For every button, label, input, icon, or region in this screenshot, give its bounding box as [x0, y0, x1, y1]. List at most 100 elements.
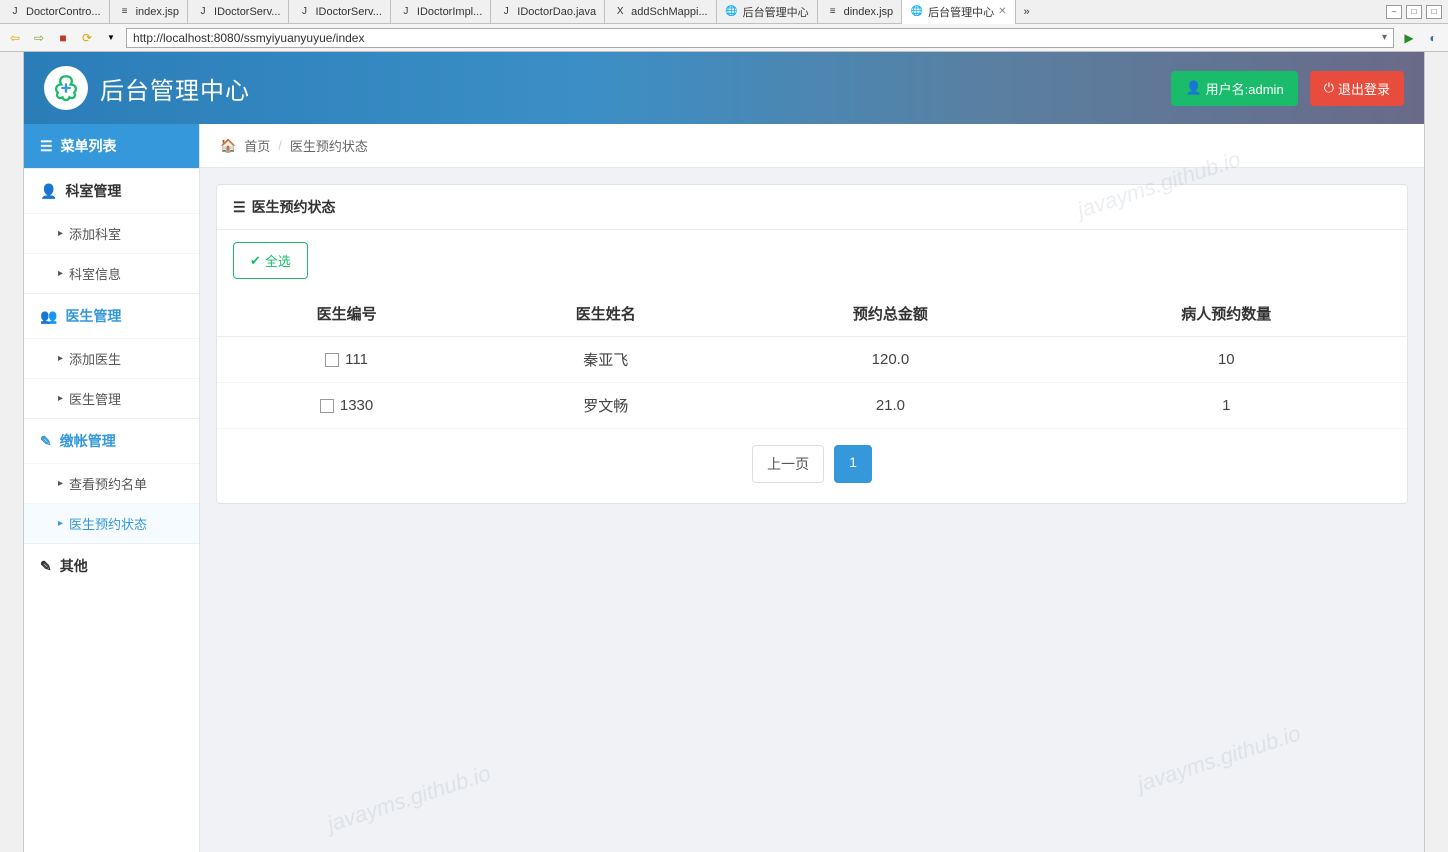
- cell-id: 111: [217, 337, 476, 383]
- ide-left-gutter: [0, 52, 24, 852]
- tab-label: dindex.jsp: [844, 6, 894, 18]
- back-icon[interactable]: ⇦: [6, 29, 24, 47]
- section-icon: ✎: [40, 433, 52, 450]
- table-header: 病人预约数量: [1046, 291, 1407, 337]
- menu-item[interactable]: 添加科室: [24, 213, 199, 253]
- menu-section[interactable]: 👥 医生管理: [24, 293, 199, 338]
- page-1-button[interactable]: 1: [834, 445, 872, 483]
- table-header: 医生姓名: [476, 291, 735, 337]
- breadcrumb: 🏠 首页 / 医生预约状态: [200, 124, 1424, 168]
- go-icon[interactable]: ▶: [1400, 29, 1418, 47]
- app-body: ☰ 菜单列表 👤科室管理添加科室科室信息👥医生管理添加医生医生管理✎缴帐管理查看…: [24, 124, 1424, 852]
- section-icon: 👥: [40, 308, 57, 325]
- table-header: 预约总金额: [735, 291, 1045, 337]
- more-tabs-button[interactable]: »: [1016, 0, 1038, 24]
- file-icon: X: [613, 5, 627, 19]
- minimize-icon[interactable]: –: [1386, 5, 1402, 19]
- cell-name: 罗文畅: [476, 383, 735, 429]
- menu-section[interactable]: ✎ 缴帐管理: [24, 418, 199, 463]
- cell-id: 1330: [217, 383, 476, 429]
- breadcrumb-separator: /: [278, 138, 282, 153]
- cell-count: 1: [1046, 383, 1407, 429]
- user-button[interactable]: 👤 用户名:admin: [1171, 71, 1297, 106]
- tab-label: IDoctorDao.java: [517, 6, 596, 18]
- menu-item[interactable]: 医生管理: [24, 378, 199, 418]
- section-title: 科室管理: [65, 181, 121, 201]
- select-all-button[interactable]: ✔ 全选: [233, 242, 308, 279]
- row-checkbox[interactable]: [320, 399, 334, 413]
- close-icon[interactable]: ✕: [998, 6, 1006, 17]
- menu-section[interactable]: ✎其他: [24, 543, 199, 588]
- ide-tab[interactable]: 🌐后台管理中心✕: [902, 0, 1015, 24]
- data-table: 医生编号医生姓名预约总金额病人预约数量 111秦亚飞120.0101330罗文畅…: [217, 291, 1407, 429]
- cell-count: 10: [1046, 337, 1407, 383]
- list-icon: ☰: [40, 138, 53, 155]
- content-area: 🏠 首页 / 医生预约状态 ☰ 医生预约状态 ✔ 全选 医生编号医生姓名预约总: [200, 124, 1424, 852]
- section-title: 缴帐管理: [60, 431, 116, 451]
- user-icon: 👤: [1185, 80, 1201, 96]
- menu-item-label: 添加医生: [69, 349, 121, 368]
- pagination: 上一页 1: [217, 429, 1407, 503]
- tab-label: IDoctorImpl...: [417, 6, 482, 18]
- browser-icon[interactable]: ◐: [1424, 29, 1442, 47]
- url-dropdown-icon[interactable]: ▾: [1382, 32, 1387, 43]
- ide-tab[interactable]: ≡index.jsp: [110, 0, 188, 24]
- breadcrumb-home[interactable]: 首页: [244, 136, 270, 155]
- list-icon: ☰: [233, 199, 246, 216]
- ide-tab[interactable]: J DoctorContro...: [0, 0, 110, 24]
- file-icon: ≡: [826, 5, 840, 19]
- ide-tab-bar: JDoctorContro...≡index.jspJIDoctorServ..…: [0, 0, 1448, 24]
- menu-item[interactable]: 添加医生: [24, 338, 199, 378]
- menu-section[interactable]: 👤 科室管理: [24, 168, 199, 213]
- forward-icon[interactable]: ⇨: [30, 29, 48, 47]
- cell-amount: 21.0: [735, 383, 1045, 429]
- dropdown-icon[interactable]: ▼: [102, 29, 120, 47]
- panel-title: 医生预约状态: [252, 197, 336, 217]
- file-icon: J: [399, 5, 413, 19]
- app-title: 后台管理中心: [100, 71, 250, 106]
- stop-icon[interactable]: ■: [54, 29, 72, 47]
- tab-label: DoctorContro...: [26, 6, 101, 18]
- tab-label: 后台管理中心: [743, 4, 809, 20]
- section-title: 医生管理: [65, 306, 121, 326]
- refresh-icon[interactable]: ⟳: [78, 29, 96, 47]
- logo-icon: [52, 74, 80, 102]
- logo: [44, 66, 88, 110]
- maximize-icon[interactable]: □: [1426, 5, 1442, 19]
- ide-tab[interactable]: J IDoctorImpl...: [391, 0, 491, 24]
- home-icon: 🏠: [220, 138, 236, 154]
- menu-item-label: 查看预约名单: [69, 474, 147, 493]
- breadcrumb-current: 医生预约状态: [290, 136, 368, 155]
- ide-tab[interactable]: XaddSchMappi...: [605, 0, 716, 24]
- ide-tab[interactable]: JIDoctorDao.java: [491, 0, 605, 24]
- ide-right-gutter: [1424, 52, 1448, 852]
- menu-item-label: 医生预约状态: [69, 514, 147, 533]
- file-icon: J: [196, 5, 210, 19]
- table-header: 医生编号: [217, 291, 476, 337]
- tab-label: IDoctorServ...: [214, 6, 280, 18]
- ide-nav-toolbar: ⇦ ⇨ ■ ⟳ ▼ http://localhost:8080/ssmyiyua…: [0, 24, 1448, 52]
- app-container: 后台管理中心 👤 用户名:admin ⏻ 退出登录 ☰ 菜单列表 👤 科室管理添加…: [24, 52, 1424, 852]
- ide-tab[interactable]: J IDoctorServ...: [188, 0, 289, 24]
- restore-icon[interactable]: □: [1406, 5, 1422, 19]
- logout-button[interactable]: ⏻ 退出登录: [1310, 71, 1404, 106]
- sidebar: ☰ 菜单列表 👤科室管理添加科室科室信息👥医生管理添加医生医生管理✎缴帐管理查看…: [24, 124, 200, 852]
- section-title: 其他: [60, 556, 88, 576]
- section-icon: 👤: [40, 183, 57, 200]
- menu-title: 菜单列表: [61, 136, 117, 156]
- tab-label: 后台管理中心: [928, 4, 994, 20]
- ide-tab[interactable]: ≡ dindex.jsp: [818, 0, 903, 24]
- row-checkbox[interactable]: [325, 353, 339, 367]
- cell-amount: 120.0: [735, 337, 1045, 383]
- table-row: 1330罗文畅21.01: [217, 383, 1407, 429]
- menu-item[interactable]: 查看预约名单: [24, 463, 199, 503]
- url-bar[interactable]: http://localhost:8080/ssmyiyuanyuyue/ind…: [126, 28, 1394, 48]
- panel-header: ☰ 医生预约状态: [217, 185, 1407, 230]
- select-all-label: 全选: [265, 251, 291, 270]
- menu-item[interactable]: 医生预约状态: [24, 503, 199, 543]
- prev-page-button[interactable]: 上一页: [752, 445, 824, 483]
- ide-tab[interactable]: 🌐后台管理中心: [717, 0, 818, 24]
- ide-tab[interactable]: JIDoctorServ...: [289, 0, 390, 24]
- file-icon: J: [8, 5, 22, 19]
- menu-item[interactable]: 科室信息: [24, 253, 199, 293]
